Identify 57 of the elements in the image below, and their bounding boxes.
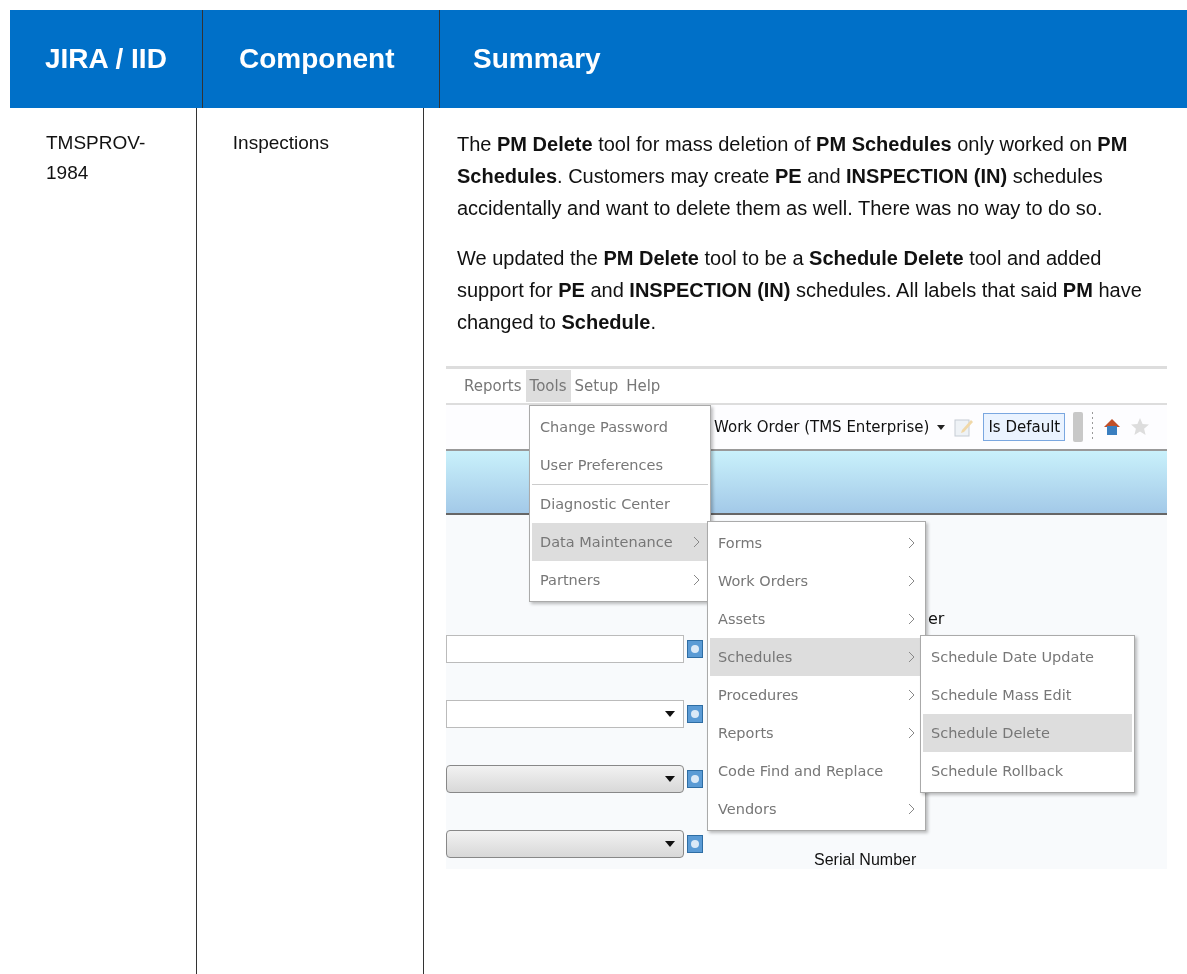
- table-cell: TMSPROV-1984: [46, 132, 146, 183]
- lookup-icon[interactable]: [687, 705, 703, 723]
- field-label: er: [928, 609, 945, 628]
- menu-item[interactable]: Code Find and Replace: [710, 752, 923, 790]
- menubar-item[interactable]: Help: [622, 370, 665, 402]
- input-field[interactable]: [446, 765, 684, 793]
- input-field[interactable]: [446, 700, 684, 728]
- menubar-item[interactable]: Setup: [570, 370, 623, 402]
- chevron-icon: [908, 651, 915, 663]
- menu-item[interactable]: Diagnostic Center: [532, 485, 708, 523]
- summary-paragraph: The PM Delete tool for mass deletion of PM Schedules only worked on PM Schedules. Customers may create PE and INSPECTION (IN) schedules accidentally and want to delete them as well. There was no way to do so.: [457, 132, 1129, 221]
- view-selector[interactable]: Work Order (TMS Enterprise): [714, 418, 930, 436]
- chevron-icon: [908, 689, 915, 701]
- lookup-icon[interactable]: [687, 640, 703, 658]
- chevron-icon: [908, 537, 915, 549]
- chevron-icon: [908, 803, 915, 815]
- caret-icon: [937, 424, 946, 430]
- menu-item[interactable]: Partners: [532, 561, 708, 599]
- chevron-icon: [908, 613, 915, 625]
- menu-item[interactable]: Schedule Delete: [923, 714, 1132, 752]
- menu-item[interactable]: Schedule Date Update: [923, 638, 1132, 676]
- input-field[interactable]: [446, 830, 684, 858]
- column-header: JIRA / IID: [10, 10, 203, 108]
- menu-item[interactable]: Procedures: [710, 676, 923, 714]
- menubar-item[interactable]: Reports: [460, 370, 526, 402]
- menu-item[interactable]: Schedule Mass Edit: [923, 676, 1132, 714]
- caret-icon: [665, 711, 675, 717]
- chevron-icon: [693, 536, 700, 548]
- summary-paragraph: We updated the PM Delete tool to be a Schedule Delete tool and added support for PE and INSPECTION (IN) schedules. All labels that said PM have changed to Schedule.: [457, 246, 1143, 335]
- menu-item[interactable]: Assets: [710, 600, 923, 638]
- menu-item[interactable]: Forms: [710, 524, 923, 562]
- chevron-icon: [908, 575, 915, 587]
- lookup-icon[interactable]: [687, 770, 703, 788]
- column-header: Summary: [472, 42, 602, 76]
- menu-item[interactable]: Schedules: [710, 638, 923, 676]
- chevron-icon: [908, 727, 915, 739]
- menu-item[interactable]: Work Orders: [710, 562, 923, 600]
- table-cell: Inspections: [232, 132, 329, 153]
- menu-item[interactable]: Vendors: [710, 790, 923, 828]
- caret-icon: [665, 841, 675, 847]
- menu-item[interactable]: Change Password: [532, 408, 708, 446]
- lookup-icon[interactable]: [687, 835, 703, 853]
- scroll-grip-icon: [1073, 412, 1084, 442]
- menu-item[interactable]: User Preferences: [532, 446, 708, 484]
- menu-item[interactable]: Data Maintenance: [532, 523, 708, 561]
- menu-item[interactable]: Reports: [710, 714, 923, 752]
- default-toggle[interactable]: Is Default: [983, 413, 1066, 441]
- input-field[interactable]: [446, 635, 684, 663]
- home-icon[interactable]: [1102, 417, 1123, 437]
- menubar-item[interactable]: Tools: [525, 370, 571, 402]
- column-header: Component: [203, 10, 440, 108]
- chevron-icon: [693, 574, 700, 586]
- menu-item[interactable]: Schedule Rollback: [923, 752, 1132, 790]
- field-label: Serial Number: [814, 851, 917, 869]
- toolbar-separator-icon: [1091, 412, 1095, 442]
- caret-icon: [665, 776, 675, 782]
- star-icon[interactable]: [1130, 417, 1151, 437]
